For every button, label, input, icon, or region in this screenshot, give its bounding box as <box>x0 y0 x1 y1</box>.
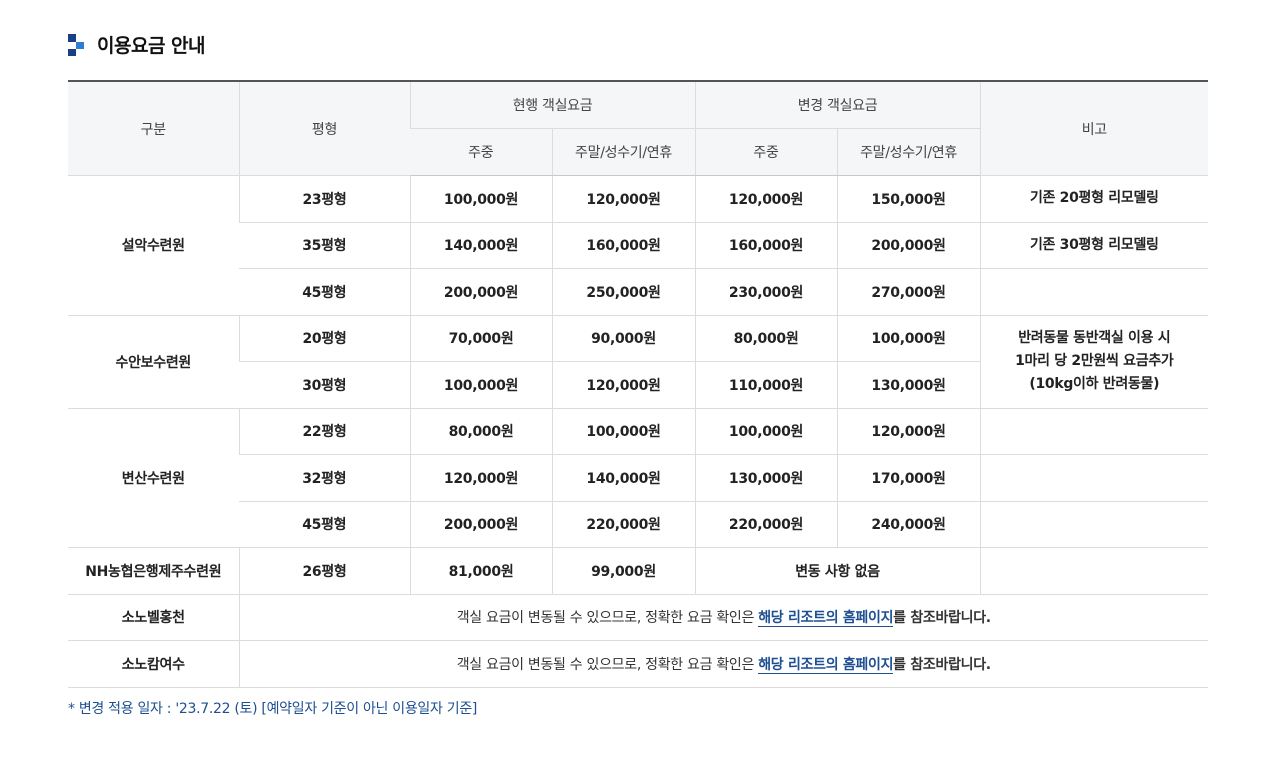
table-header: 구분 평형 현행 객실요금 변경 객실요금 비고 주중 주말/성수기/연휴 주중… <box>68 80 1209 176</box>
current-weekday-price: 81,000원 <box>409 547 552 595</box>
row-note: 기존 20평형 리모델링 <box>979 175 1209 223</box>
changed-weekend-price: 130,000원 <box>836 361 981 409</box>
current-weekday-price: 100,000원 <box>409 175 552 223</box>
resort-homepage-link[interactable]: 해당 리조트의 홈페이지 <box>758 656 893 674</box>
room-size: 20평형 <box>238 315 410 362</box>
changed-weekday-price: 160,000원 <box>694 222 838 269</box>
table-row: 45평형 200,000원 220,000원 220,000원 240,000원 <box>68 501 1209 548</box>
table-body: 설악수련원 23평형 100,000원 120,000원 120,000원 15… <box>68 175 1209 688</box>
row-note <box>979 408 1209 455</box>
current-weekend-price: 160,000원 <box>551 222 696 269</box>
note-line: 반려동물 동반객실 이용 시 <box>1018 330 1171 346</box>
current-weekend-price: 99,000원 <box>551 547 696 595</box>
current-weekday-price: 200,000원 <box>409 501 552 548</box>
changed-weekday-price: 130,000원 <box>694 454 838 502</box>
changed-weekday-price: 120,000원 <box>694 175 838 223</box>
changed-weekend-price: 120,000원 <box>836 408 981 455</box>
changed-weekend-price: 270,000원 <box>836 268 981 316</box>
page: 이용요금 안내 구분 평형 현행 객실요금 변경 객실요금 비고 주중 주말/성… <box>0 0 1280 758</box>
resort-name: 소노캄여수 <box>68 640 239 688</box>
room-size: 30평형 <box>239 361 410 409</box>
note-line: 1마리 당 2만원씩 요금추가 <box>1015 353 1174 369</box>
section-title: 이용요금 안내 <box>97 34 206 57</box>
resort-name: 소노벨홍천 <box>68 594 239 641</box>
room-size: 45평형 <box>239 268 410 316</box>
row-note <box>979 501 1209 548</box>
room-size: 32평형 <box>239 454 410 502</box>
table-row: 수안보수련원 20평형 70,000원 90,000원 80,000원 100,… <box>68 315 1209 409</box>
table-row: NH농협은행제주수련원 26평형 81,000원 99,000원 변동 사항 없… <box>68 547 1209 595</box>
rate-notice: 객실 요금이 변동될 수 있으므로, 정확한 요금 확인은 해당 리조트의 홈페… <box>238 594 1209 641</box>
header-size: 평형 <box>238 80 410 176</box>
table-row: 설악수련원 23평형 100,000원 120,000원 120,000원 15… <box>68 175 1209 316</box>
header-note: 비고 <box>979 80 1209 176</box>
rate-notice: 객실 요금이 변동될 수 있으므로, 정확한 요금 확인은 해당 리조트의 홈페… <box>238 640 1209 688</box>
room-size: 45평형 <box>239 501 410 548</box>
row-note <box>979 454 1209 502</box>
current-weekday-price: 80,000원 <box>409 408 552 455</box>
room-size: 26평형 <box>238 547 410 595</box>
changed-weekend-price: 100,000원 <box>836 315 981 362</box>
current-weekend-price: 100,000원 <box>551 408 696 455</box>
section-header: 이용요금 안내 <box>68 30 206 58</box>
room-size: 35평형 <box>239 222 410 269</box>
header-changed-weekday: 주중 <box>694 128 838 176</box>
changed-weekend-price: 240,000원 <box>836 501 981 548</box>
current-weekend-price: 120,000원 <box>551 175 696 223</box>
notice-text-end: 를 참조바랍니다. <box>893 656 991 673</box>
changed-weekday-price: 110,000원 <box>694 361 838 409</box>
table-row: 변산수련원 22평형 80,000원 100,000원 100,000원 120… <box>68 408 1209 548</box>
room-size: 23평형 <box>238 175 410 223</box>
table-row: 소노캄여수 객실 요금이 변동될 수 있으므로, 정확한 요금 확인은 해당 리… <box>68 640 1209 688</box>
effective-date-footnote: * 변경 적용 일자 : '23.7.22 (토) [예약일자 기준이 아닌 이… <box>68 701 478 717</box>
current-weekday-price: 140,000원 <box>409 222 552 269</box>
row-note <box>979 547 1209 595</box>
changed-weekend-price: 150,000원 <box>836 175 981 223</box>
resort-name: 변산수련원 <box>68 408 239 548</box>
table-row: 35평형 140,000원 160,000원 160,000원 200,000원… <box>68 222 1209 269</box>
note-line: (10kg이하 반려동물) <box>1029 376 1160 392</box>
changed-weekday-price: 230,000원 <box>694 268 838 316</box>
current-weekend-price: 120,000원 <box>551 361 696 409</box>
current-weekday-price: 100,000원 <box>409 361 552 409</box>
current-weekend-price: 140,000원 <box>551 454 696 502</box>
changed-weekday-price: 220,000원 <box>694 501 838 548</box>
header-current-weekend: 주말/성수기/연휴 <box>551 128 696 176</box>
header-category: 구분 <box>68 80 239 176</box>
room-size: 22평형 <box>238 408 410 455</box>
changed-weekend-price: 200,000원 <box>836 222 981 269</box>
fee-table: 구분 평형 현행 객실요금 변경 객실요금 비고 주중 주말/성수기/연휴 주중… <box>68 80 1209 688</box>
notice-text: 객실 요금이 변동될 수 있으므로, 정확한 요금 확인은 <box>456 656 759 673</box>
changed-weekday-price: 80,000원 <box>694 315 838 362</box>
section-bullet-icon <box>68 32 84 56</box>
header-changed-weekend: 주말/성수기/연휴 <box>836 128 981 176</box>
notice-text-end: 를 참조바랍니다. <box>893 610 991 627</box>
table-row: 소노벨홍천 객실 요금이 변동될 수 있으므로, 정확한 요금 확인은 해당 리… <box>68 594 1209 641</box>
changed-rate-no-change: 변동 사항 없음 <box>694 547 981 595</box>
header-current-weekday: 주중 <box>410 128 552 176</box>
row-note: 기존 30평형 리모델링 <box>979 222 1209 269</box>
resort-name: NH농협은행제주수련원 <box>68 547 239 595</box>
current-weekend-price: 220,000원 <box>551 501 696 548</box>
resort-name: 설악수련원 <box>68 175 239 316</box>
header-current-rate: 현행 객실요금 <box>409 80 696 129</box>
header-changed-rate: 변경 객실요금 <box>694 80 981 129</box>
row-note <box>979 268 1209 316</box>
notice-text: 객실 요금이 변동될 수 있으므로, 정확한 요금 확인은 <box>456 610 759 627</box>
table-row: 32평형 120,000원 140,000원 130,000원 170,000원 <box>68 454 1209 502</box>
current-weekday-price: 70,000원 <box>409 315 552 362</box>
current-weekend-price: 250,000원 <box>551 268 696 316</box>
table-row: 45평형 200,000원 250,000원 230,000원 270,000원 <box>68 268 1209 316</box>
current-weekday-price: 200,000원 <box>409 268 552 316</box>
pet-surcharge-note: 반려동물 동반객실 이용 시 1마리 당 2만원씩 요금추가 (10kg이하 반… <box>979 315 1209 409</box>
resort-name: 수안보수련원 <box>68 315 239 409</box>
changed-weekend-price: 170,000원 <box>836 454 981 502</box>
changed-weekday-price: 100,000원 <box>694 408 838 455</box>
current-weekend-price: 90,000원 <box>551 315 696 362</box>
resort-homepage-link[interactable]: 해당 리조트의 홈페이지 <box>758 610 893 628</box>
current-weekday-price: 120,000원 <box>409 454 552 502</box>
